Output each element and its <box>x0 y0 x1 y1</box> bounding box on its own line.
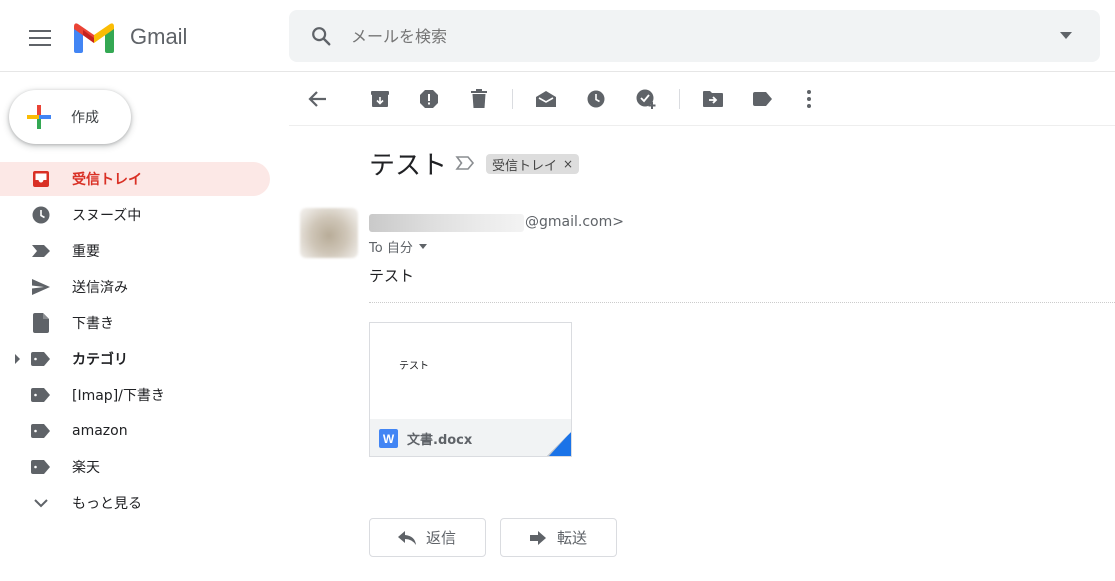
reply-icon <box>396 527 418 549</box>
sidebar-item-imap-drafts[interactable]: [Imap]/下書き <box>0 378 270 412</box>
report-spam-icon <box>420 90 438 108</box>
label-chip-text: 受信トレイ <box>492 158 558 174</box>
label-icon <box>30 348 52 370</box>
recipient-line: To 自分 <box>369 241 413 256</box>
sender-email: @gmail.com> <box>525 214 624 230</box>
main-menu-button[interactable] <box>22 20 58 56</box>
attachment-file-name: 文書.docx <box>407 433 473 448</box>
sender-avatar[interactable] <box>300 208 358 258</box>
important-outline-icon <box>455 156 475 170</box>
forward-icon <box>527 527 549 549</box>
draft-icon <box>30 312 52 334</box>
message-subject: テスト <box>369 151 448 181</box>
sidebar-item-label: もっと見る <box>72 496 142 512</box>
sidebar-item-label: カテゴリ <box>72 352 128 368</box>
mark-unread-button[interactable] <box>530 83 562 115</box>
search-bar[interactable] <box>289 10 1100 62</box>
back-button[interactable] <box>302 83 334 115</box>
arrow-back-icon <box>308 91 326 107</box>
compose-label: 作成 <box>71 110 99 126</box>
reply-button[interactable]: 返信 <box>369 518 486 557</box>
sidebar-item-rakuten[interactable]: 楽天 <box>0 450 270 484</box>
more-vert-icon <box>807 90 811 108</box>
sidebar-item-label: 重要 <box>72 244 100 260</box>
sidebar-item-inbox[interactable]: 受信トレイ <box>0 162 270 196</box>
send-icon <box>30 276 52 298</box>
hamburger-menu-icon <box>29 30 51 46</box>
important-icon <box>30 240 52 262</box>
search-icon <box>312 27 331 46</box>
reply-label: 返信 <box>426 529 457 547</box>
search-button[interactable] <box>307 22 335 50</box>
sidebar-item-categories[interactable]: カテゴリ <box>0 342 270 376</box>
attachment-card[interactable]: テスト W 文書.docx <box>369 322 572 457</box>
sidebar-item-amazon[interactable]: amazon <box>0 414 270 448</box>
gmail-logo[interactable]: Gmail <box>72 20 187 54</box>
clock-icon <box>587 90 605 108</box>
sender-name-redacted <box>369 214 524 232</box>
sidebar-item-drafts[interactable]: 下書き <box>0 306 270 340</box>
sidebar-item-label: 下書き <box>72 316 114 332</box>
archive-button[interactable] <box>364 83 396 115</box>
attachment-preview-text: テスト <box>399 361 429 372</box>
forward-label: 転送 <box>557 529 588 547</box>
mark-unread-icon <box>536 91 556 107</box>
word-document-icon: W <box>379 429 398 448</box>
report-spam-button[interactable] <box>413 83 445 115</box>
add-to-tasks-button[interactable] <box>630 83 662 115</box>
expand-caret-icon[interactable] <box>14 354 22 364</box>
sidebar-item-more[interactable]: もっと見る <box>0 486 270 520</box>
snooze-button[interactable] <box>580 83 612 115</box>
gmail-m-icon <box>74 23 114 53</box>
toolbar-separator <box>679 89 680 109</box>
gmail-logo-text: Gmail <box>130 24 188 49</box>
dropdown-arrow-icon <box>418 244 427 249</box>
toolbar-separator <box>512 89 513 109</box>
sidebar-item-label: amazon <box>72 423 128 439</box>
sidebar-item-important[interactable]: 重要 <box>0 234 270 268</box>
attachment-divider <box>369 302 1115 303</box>
search-options-button[interactable] <box>1054 24 1078 48</box>
labels-button[interactable] <box>747 83 779 115</box>
sidebar-item-sent[interactable]: 送信済み <box>0 270 270 304</box>
dropdown-arrow-icon <box>1060 32 1072 39</box>
compose-plus-icon <box>27 105 51 129</box>
message-body: テスト <box>369 267 415 285</box>
page-fold-icon <box>547 432 571 456</box>
label-icon <box>30 456 52 478</box>
label-icon <box>30 384 52 406</box>
delete-button[interactable] <box>463 83 495 115</box>
toolbar-divider <box>289 125 1115 126</box>
attachment-footer: W 文書.docx <box>370 419 571 456</box>
label-icon <box>30 420 52 442</box>
clock-icon <box>30 204 52 226</box>
search-input[interactable] <box>351 16 1054 56</box>
sidebar-item-label: 送信済み <box>72 280 128 296</box>
importance-marker[interactable] <box>455 155 477 173</box>
move-to-button[interactable] <box>697 83 729 115</box>
sidebar-item-label: [Imap]/下書き <box>72 388 165 404</box>
recipient-details-toggle[interactable]: To 自分 <box>369 237 427 256</box>
move-to-folder-icon <box>703 91 723 107</box>
compose-button[interactable]: 作成 <box>9 90 131 144</box>
add-task-icon <box>636 89 656 109</box>
sidebar-item-label: スヌーズ中 <box>72 208 142 224</box>
inbox-label-chip[interactable]: 受信トレイ × <box>486 154 580 174</box>
inbox-icon <box>30 168 52 190</box>
chevron-down-icon <box>30 492 52 514</box>
remove-label-icon[interactable]: × <box>563 157 573 171</box>
sidebar-item-snoozed[interactable]: スヌーズ中 <box>0 198 270 232</box>
trash-icon <box>471 89 487 108</box>
forward-button[interactable]: 転送 <box>500 518 617 557</box>
archive-icon <box>371 91 389 107</box>
label-icon <box>753 92 772 106</box>
sidebar-item-label: 楽天 <box>72 460 100 476</box>
more-options-button[interactable] <box>793 83 825 115</box>
sidebar-item-label: 受信トレイ <box>72 172 142 188</box>
